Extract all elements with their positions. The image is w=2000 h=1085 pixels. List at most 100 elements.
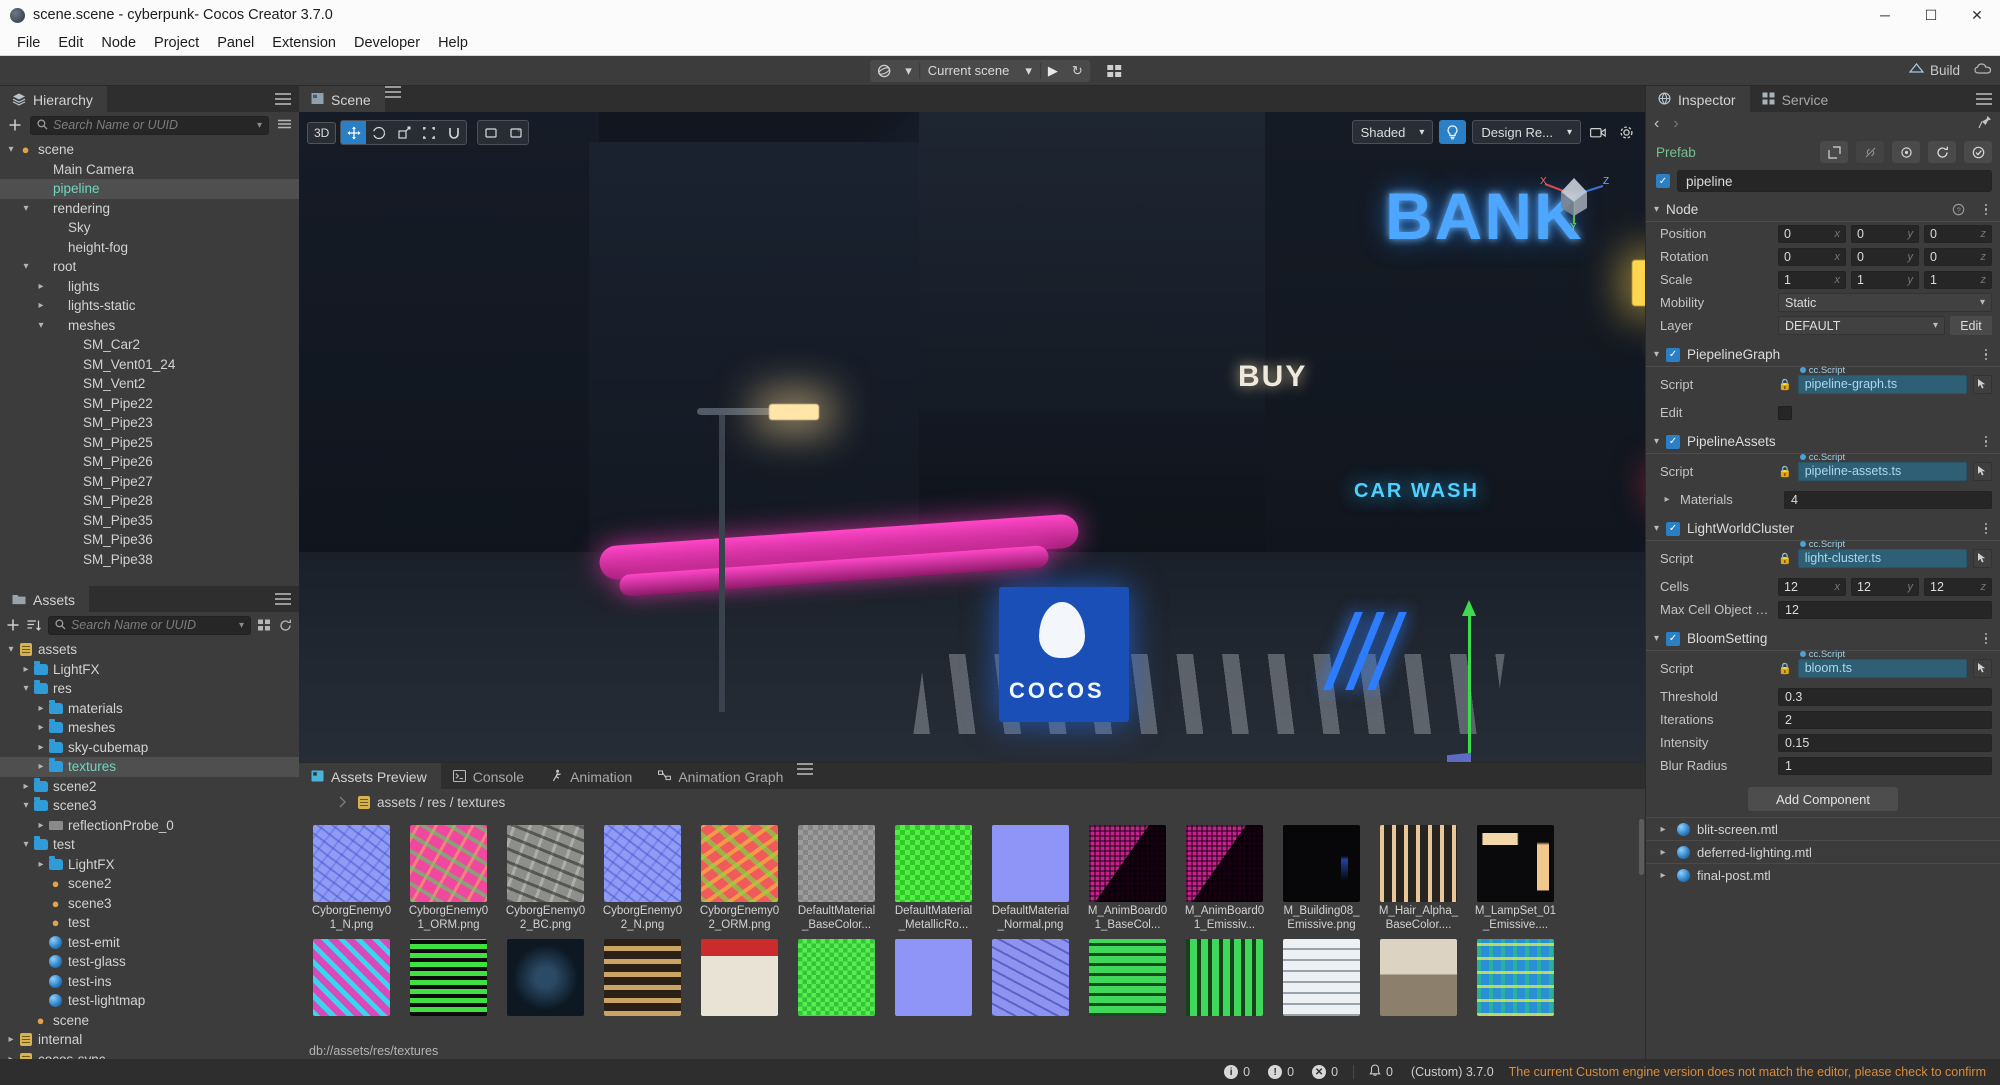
tree-node[interactable]: ▾ ● scene: [0, 140, 299, 160]
menu-extension[interactable]: Extension: [263, 32, 345, 54]
tab-scene[interactable]: Scene: [299, 86, 385, 112]
notification-count[interactable]: 0: [1360, 1064, 1402, 1080]
shading-mode-select[interactable]: Shaded ▾: [1351, 120, 1434, 144]
asset-item[interactable]: CyborgEnemy01_N.png: [312, 825, 391, 932]
open-prefab-icon[interactable]: [1820, 141, 1848, 163]
add-component-button[interactable]: Add Component: [1748, 787, 1898, 811]
asset-item[interactable]: [895, 939, 972, 1019]
search-filter-icon[interactable]: ▾: [239, 620, 244, 631]
design-resolution-select[interactable]: Design Re... ▾: [1472, 120, 1581, 144]
tree-node[interactable]: test-ins: [0, 972, 299, 992]
hierarchy-tree[interactable]: ▾ ● scene Main Camera pipeline ▾ rendering Sky h…: [0, 138, 299, 586]
revert-icon[interactable]: [1928, 141, 1956, 163]
asset-item[interactable]: [798, 939, 875, 1019]
component-enabled-checkbox[interactable]: ✓: [1666, 521, 1681, 536]
selected-object-cube[interactable]: [1447, 752, 1471, 762]
asset-item[interactable]: [313, 939, 390, 1019]
tree-node[interactable]: SM_Pipe38: [0, 550, 299, 570]
help-icon[interactable]: ?: [1952, 203, 1965, 216]
tree-node[interactable]: ● test: [0, 913, 299, 933]
asset-item[interactable]: M_Hair_Alpha_BaseColor....: [1379, 825, 1458, 932]
asset-item[interactable]: CyborgEnemy02_N.png: [603, 825, 682, 932]
material-expand-icon[interactable]: ▸: [1656, 870, 1670, 881]
scale-icon[interactable]: [391, 121, 416, 144]
menu-developer[interactable]: Developer: [345, 32, 429, 54]
tree-node[interactable]: ▸ LightFX: [0, 855, 299, 875]
menu-node[interactable]: Node: [92, 32, 145, 54]
script-value[interactable]: bloom.ts: [1797, 658, 1967, 678]
chevron-down-icon[interactable]: ▾: [1654, 349, 1659, 360]
asset-item[interactable]: CyborgEnemy01_ORM.png: [409, 825, 488, 932]
component-header[interactable]: ▾ ✓ LightWorldCluster: [1646, 517, 2000, 541]
tab-service[interactable]: Service: [1749, 86, 1843, 112]
component-kebab-icon[interactable]: [1980, 522, 1992, 535]
tree-node[interactable]: ▾ res: [0, 679, 299, 699]
asset-item[interactable]: [604, 939, 681, 1019]
component-kebab-icon[interactable]: [1980, 348, 1992, 361]
material-row[interactable]: ▸ deferred-lighting.mtl: [1646, 840, 2000, 863]
scale-x-input[interactable]: 1x: [1778, 270, 1846, 289]
tree-node[interactable]: ● scene2: [0, 874, 299, 894]
refresh-button[interactable]: ↻: [1065, 60, 1090, 82]
device-grid-icon[interactable]: [1100, 60, 1130, 82]
position-x-input[interactable]: 0x: [1778, 224, 1846, 243]
tab-console[interactable]: Console: [440, 763, 539, 789]
viewport-3d-toggle[interactable]: 3D: [307, 121, 337, 144]
hierarchy-search-input[interactable]: [53, 118, 252, 132]
tree-node[interactable]: ▸ meshes: [0, 718, 299, 738]
hierarchy-list-icon[interactable]: [275, 116, 293, 134]
error-count[interactable]: ✕ 0: [1303, 1065, 1347, 1079]
tree-node[interactable]: SM_Pipe28: [0, 491, 299, 511]
asset-item[interactable]: [507, 939, 584, 1019]
tree-node[interactable]: ▸ internal: [0, 1030, 299, 1050]
assets-list-icon[interactable]: [257, 616, 272, 634]
tree-node[interactable]: SM_Pipe35: [0, 511, 299, 531]
tree-twisty-icon[interactable]: ▾: [19, 203, 33, 214]
asset-item[interactable]: CyborgEnemy02_ORM.png: [700, 825, 779, 932]
search-filter-icon[interactable]: ▾: [257, 120, 262, 131]
tree-twisty-icon[interactable]: ▸: [34, 281, 48, 292]
scale-y-input[interactable]: 1y: [1851, 270, 1919, 289]
tree-node[interactable]: ● scene3: [0, 894, 299, 914]
asset-item[interactable]: [1283, 939, 1360, 1019]
menu-file[interactable]: File: [8, 32, 49, 54]
assets-refresh-icon[interactable]: [278, 616, 293, 634]
info-count[interactable]: i 0: [1215, 1065, 1259, 1079]
tree-node[interactable]: ▸ sky-cubemap: [0, 738, 299, 758]
menu-edit[interactable]: Edit: [49, 32, 92, 54]
script-value[interactable]: light-cluster.ts: [1797, 548, 1967, 568]
tree-node[interactable]: SM_Pipe26: [0, 452, 299, 472]
tree-node[interactable]: SM_Pipe25: [0, 433, 299, 453]
tab-animation[interactable]: Animation: [538, 763, 647, 789]
menu-project[interactable]: Project: [145, 32, 208, 54]
tab-assets-preview[interactable]: Assets Preview: [299, 763, 441, 789]
chevron-down-icon[interactable]: ▾: [1654, 436, 1659, 447]
component-enabled-checkbox[interactable]: ✓: [1666, 434, 1681, 449]
tree-node[interactable]: ▸ cocos-sync: [0, 1050, 299, 1059]
tree-node[interactable]: ▾ rendering: [0, 199, 299, 219]
rotation-x-input[interactable]: 0x: [1778, 247, 1846, 266]
tree-twisty-icon[interactable]: ▸: [34, 722, 48, 733]
tree-twisty-icon[interactable]: ▾: [19, 839, 33, 850]
preview-target-icon[interactable]: [870, 60, 898, 82]
sort-assets-icon[interactable]: [27, 616, 42, 634]
nav-back-icon[interactable]: chevron-left-icon: [308, 793, 326, 811]
component-enabled-checkbox[interactable]: ✓: [1666, 347, 1681, 362]
tree-node[interactable]: ▸ textures: [0, 757, 299, 777]
cloud-icon[interactable]: [1974, 62, 1992, 79]
tree-node[interactable]: test-glass: [0, 952, 299, 972]
tree-node[interactable]: SM_Pipe36: [0, 530, 299, 550]
tree-node[interactable]: SM_Car2: [0, 335, 299, 355]
material-row[interactable]: ▸ blit-screen.mtl: [1646, 817, 2000, 840]
assets-search-input[interactable]: [70, 618, 234, 632]
prop-value[interactable]: 12: [1778, 600, 1992, 619]
scene-viewport[interactable]: BANK BUY CYBER GAS CHARGING STATION CAR …: [299, 112, 1645, 762]
prop-z-input[interactable]: 12 z: [1924, 577, 1992, 596]
script-locate-icon[interactable]: [1973, 548, 1992, 568]
pin-icon[interactable]: [1978, 115, 1992, 133]
tree-twisty-icon[interactable]: ▸: [19, 781, 33, 792]
tree-node[interactable]: SM_Pipe23: [0, 413, 299, 433]
prop-value[interactable]: 1: [1778, 756, 1992, 775]
chevron-down-icon[interactable]: ▾: [1654, 633, 1659, 644]
rotation-y-input[interactable]: 0y: [1851, 247, 1919, 266]
